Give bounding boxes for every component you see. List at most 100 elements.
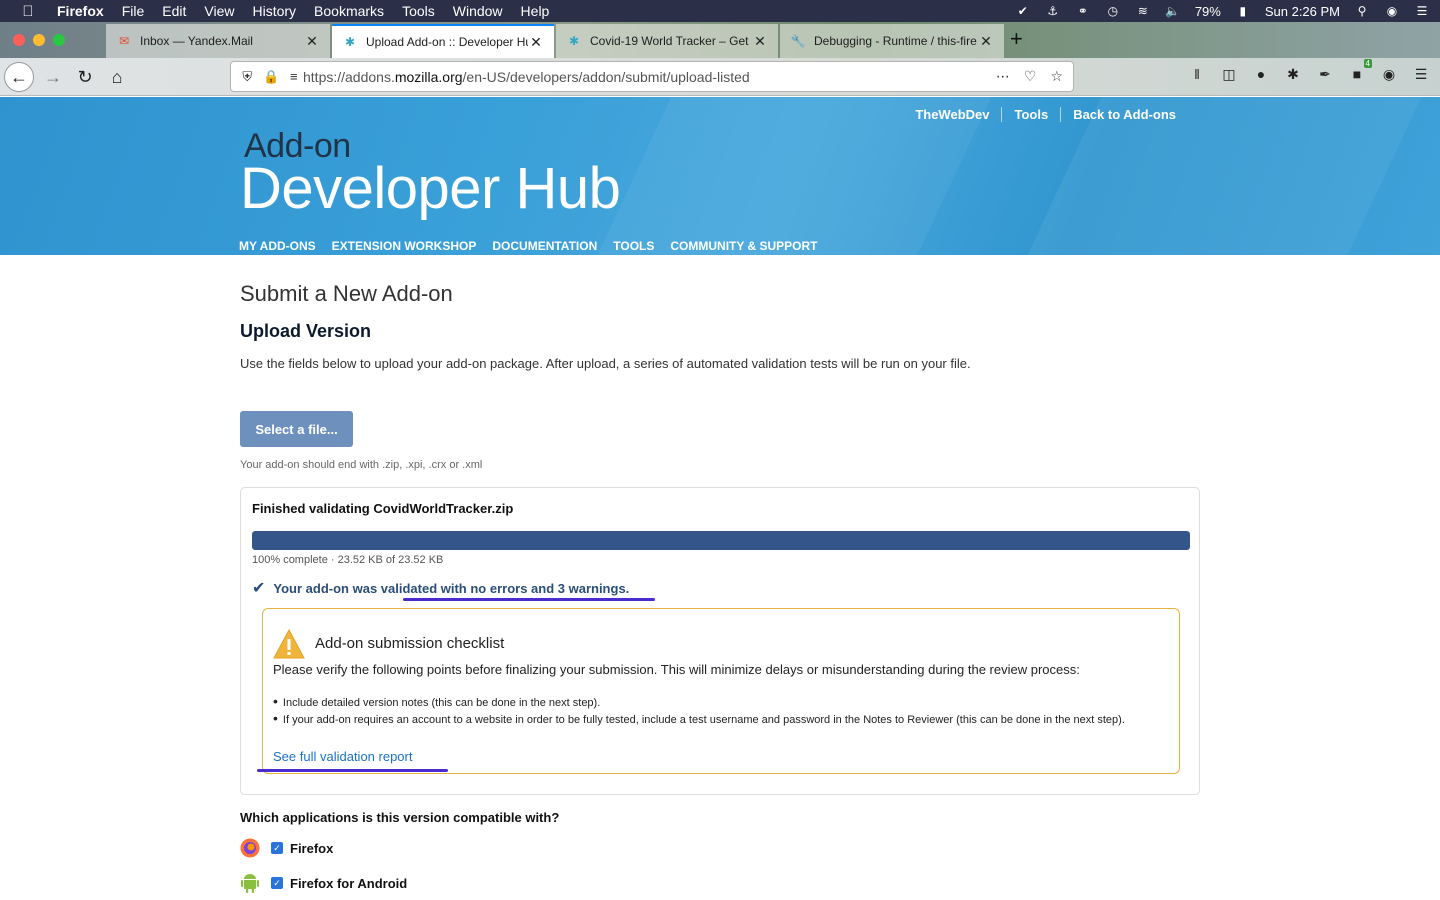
close-window-button[interactable] (13, 34, 25, 46)
tab-strip: ✉ Inbox — Yandex.Mail ✕ ✱ Upload Add-on … (0, 22, 1440, 58)
progress-bar (252, 531, 1190, 550)
compat-question: Which applications is this version compa… (240, 810, 560, 825)
url-text[interactable]: https://addons.mozilla.org/en-US/develop… (303, 69, 996, 85)
validation-report-link[interactable]: See full validation report (273, 749, 412, 764)
menu-help[interactable]: Help (521, 3, 550, 19)
firefox-android-checkbox[interactable]: ✓ (271, 877, 283, 889)
page-actions-icon[interactable]: ⋯ (996, 68, 1010, 85)
twd-extension-icon[interactable]: ● (1252, 66, 1270, 83)
extension-globe-icon[interactable]: ◉ (1380, 66, 1398, 83)
bookmark-star-icon[interactable]: ☆ (1050, 68, 1063, 85)
main-nav: MY ADD-ONS EXTENSION WORKSHOP DOCUMENTAT… (239, 239, 818, 253)
wrench-icon: 🔧 (790, 34, 806, 48)
checklist-items: Include detailed version notes (this can… (273, 694, 1163, 728)
android-icon (240, 873, 260, 893)
tab-upload-addon[interactable]: ✱ Upload Add-on :: Developer Hub ✕ (332, 24, 554, 58)
spotlight-search-icon[interactable]: ⚲ (1354, 4, 1370, 18)
link-back-to-addons[interactable]: Back to Add-ons (1060, 107, 1188, 122)
extension-runner-icon[interactable]: ✱ (1284, 66, 1302, 83)
close-tab-icon[interactable]: ✕ (304, 33, 320, 50)
menu-file[interactable]: File (122, 3, 145, 19)
hamburger-menu-icon[interactable]: ☰ (1412, 66, 1430, 83)
select-file-button[interactable]: Select a file... (240, 411, 353, 447)
battery-icon[interactable]: ▮ (1235, 4, 1251, 18)
checklist-item: If your add-on requires an account to a … (273, 711, 1163, 728)
mail-icon: ✉ (118, 34, 130, 48)
docker-icon[interactable]: ⚓ (1045, 4, 1061, 18)
page-title: Submit a New Add-on (240, 281, 453, 306)
nav-extension-workshop[interactable]: EXTENSION WORKSHOP (332, 239, 477, 253)
close-tab-icon[interactable]: ✕ (528, 34, 544, 51)
wifi-icon[interactable]: ≋ (1135, 4, 1151, 18)
section-heading: Upload Version (240, 321, 372, 341)
progress-status: 100% complete · 23.52 KB of 23.52 KB (252, 554, 444, 566)
annotation-underline (257, 769, 448, 772)
close-tab-icon[interactable]: ✕ (752, 33, 768, 50)
time-machine-icon[interactable]: ◷ (1105, 4, 1121, 18)
link-user[interactable]: TheWebDev (903, 107, 1001, 122)
link-tools[interactable]: Tools (1001, 107, 1060, 122)
pocket-icon[interactable]: ♡ (1024, 68, 1037, 85)
validation-panel: Finished validating CovidWorldTracker.zi… (240, 487, 1200, 795)
siri-icon[interactable]: ◉ (1384, 4, 1400, 18)
validation-result-text: Your add-on was validated with no errors… (273, 580, 630, 596)
devhub-header: TheWebDev Tools Back to Add-ons Add-on D… (0, 97, 1440, 255)
library-icon[interactable]: ‖ (1188, 66, 1206, 83)
extension-badge-icon[interactable]: ■ 4 (1348, 59, 1372, 83)
notification-center-icon[interactable]: ☰ (1414, 4, 1430, 18)
menu-window[interactable]: Window (453, 3, 503, 19)
validation-title: Finished validating CovidWorldTracker.zi… (252, 501, 514, 516)
menu-history[interactable]: History (252, 3, 296, 19)
nav-tools[interactable]: TOOLS (613, 239, 654, 253)
sidebar-icon[interactable]: ◫ (1220, 66, 1238, 83)
creative-cloud-icon[interactable]: ⚭ (1075, 4, 1091, 18)
check-status-icon[interactable]: ✔ (1015, 4, 1031, 18)
new-tab-icon[interactable]: + (1010, 26, 1023, 52)
home-icon[interactable]: ⌂ (102, 62, 132, 92)
puzzle-icon: ✱ (568, 34, 580, 48)
app-firefox-android: ✓ Firefox for Android (240, 873, 407, 893)
intro-text: Use the fields below to upload your add-… (240, 356, 971, 371)
app-name: Firefox (290, 840, 334, 856)
progress-fill (252, 531, 1190, 550)
tab-covid-tracker[interactable]: ✱ Covid-19 World Tracker – Get t ✕ (556, 24, 778, 58)
url-bar[interactable]: ⛨ 🔒 ≡ https://addons.mozilla.org/en-US/d… (230, 61, 1074, 92)
zoom-window-button[interactable] (53, 34, 65, 46)
menu-view[interactable]: View (204, 3, 234, 19)
extension-pin-icon[interactable]: ✒ (1316, 66, 1334, 83)
status-icons: ✔ ⚓ ⚭ ◷ ≋ 🔈 79% ▮ Sun 2:26 PM ⚲ ◉ ☰ (1015, 0, 1430, 22)
reload-icon[interactable]: ↻ (70, 62, 100, 92)
navigation-toolbar: ← → ↻ ⌂ ⛨ 🔒 ≡ https://addons.mozilla.org… (0, 58, 1440, 96)
nav-community-support[interactable]: COMMUNITY & SUPPORT (670, 239, 817, 253)
tracking-shield-icon[interactable]: ⛨ (242, 69, 252, 85)
menu-edit[interactable]: Edit (162, 3, 186, 19)
tab-title: Upload Add-on :: Developer Hub (366, 35, 528, 49)
lock-icon[interactable]: 🔒 (263, 69, 279, 85)
nav-my-addons[interactable]: MY ADD-ONS (239, 239, 316, 253)
clock[interactable]: Sun 2:26 PM (1265, 4, 1340, 19)
menu-app-name[interactable]: Firefox (57, 3, 104, 19)
app-name: Firefox for Android (290, 875, 408, 891)
menu-tools[interactable]: Tools (402, 3, 435, 19)
submission-checklist: Add-on submission checklist Please verif… (262, 608, 1180, 774)
minimize-window-button[interactable] (33, 34, 45, 46)
nav-documentation[interactable]: DOCUMENTATION (492, 239, 597, 253)
logo-big-text[interactable]: Developer Hub (240, 155, 621, 222)
apple-icon[interactable]:  (8, 3, 48, 20)
puzzle-icon: ✱ (344, 35, 356, 49)
checklist-title: Add-on submission checklist (315, 635, 505, 652)
tab-yandex-mail[interactable]: ✉ Inbox — Yandex.Mail ✕ (106, 24, 330, 58)
menu-bookmarks[interactable]: Bookmarks (314, 3, 384, 19)
tab-debugging[interactable]: 🔧 Debugging - Runtime / this-fire ✕ (780, 24, 1004, 58)
header-top-links: TheWebDev Tools Back to Add-ons (903, 107, 1188, 122)
forward-arrow-icon[interactable]: → (38, 62, 68, 92)
firefox-checkbox[interactable]: ✓ (271, 842, 283, 854)
url-prefix: https://addons. (303, 68, 395, 85)
volume-icon[interactable]: 🔈 (1165, 4, 1181, 18)
permissions-icon[interactable]: ≡ (290, 69, 298, 85)
battery-percent[interactable]: 79% (1195, 4, 1221, 19)
app-firefox: ✓ Firefox (240, 838, 333, 858)
close-tab-icon[interactable]: ✕ (978, 33, 994, 50)
tab-title: Debugging - Runtime / this-fire (814, 34, 977, 48)
back-arrow-icon[interactable]: ← (4, 62, 34, 92)
